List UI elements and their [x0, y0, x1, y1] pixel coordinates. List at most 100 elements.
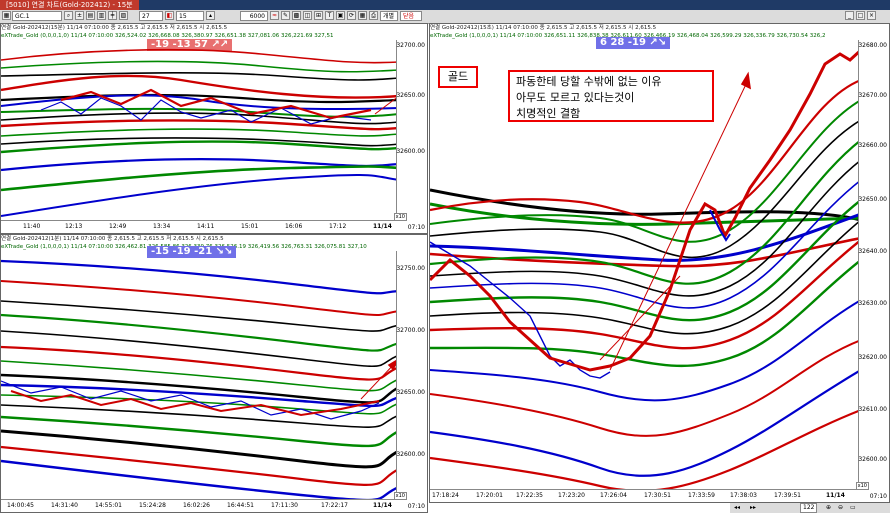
individual-button[interactable]: 개별 — [380, 11, 398, 21]
y-axis: 32750.00 32700.00 32650.00 32600.00 — [396, 251, 427, 500]
x-tick: 16:02:26 — [183, 502, 210, 509]
x-tick: 17:18:24 — [432, 492, 459, 499]
x-tick: 17:30:51 — [644, 492, 671, 499]
interval-select[interactable]: 15 — [176, 11, 204, 21]
period-select[interactable]: 27 — [139, 11, 163, 21]
tick-icon[interactable]: ╪ — [108, 11, 117, 20]
x-tick: 17:12 — [329, 223, 347, 230]
interval-icon[interactable]: ◧ — [165, 11, 174, 20]
compare-icon[interactable]: ⊞ — [314, 11, 323, 20]
scale-label[interactable]: x10 — [393, 492, 407, 500]
minimize-icon[interactable]: _ — [845, 11, 854, 20]
y-tick: 32650.00 — [396, 92, 425, 99]
x-axis-end: 07:10 — [869, 493, 887, 500]
x-tick: 17:20:01 — [476, 492, 503, 499]
x-tick: 15:24:28 — [139, 502, 166, 509]
zoom-input[interactable]: 122 — [800, 503, 818, 513]
price-plot[interactable] — [1, 251, 399, 501]
chart-pane-15sec[interactable]: 연결 Gold-202412(15초) 11/14 07:10:00 종 2,6… — [429, 23, 890, 503]
y-axis: 32680.00 32670.00 32660.00 32650.00 3264… — [858, 40, 889, 490]
search-icon[interactable]: ⌕ — [64, 11, 73, 20]
scroll-right-icon[interactable]: ▸▸ — [750, 503, 756, 513]
x-tick: 14:00:45 — [7, 502, 34, 509]
layout-icon[interactable]: ▦ — [358, 11, 367, 20]
y-tick: 32670.00 — [858, 92, 887, 99]
period-icon[interactable]: ▨ — [119, 11, 128, 20]
grid-icon[interactable]: ▤ — [86, 11, 95, 20]
x-axis: 14:00:45 14:31:40 14:55:01 15:24:28 16:0… — [1, 499, 399, 512]
scale-label[interactable]: x10 — [393, 213, 407, 221]
fit-icon[interactable]: ▭ — [850, 503, 856, 513]
x-tick: 17:22:35 — [516, 492, 543, 499]
note-line: 파동한테 당할 수밖에 없는 이유 — [516, 75, 662, 88]
x-tick: 17:33:59 — [688, 492, 715, 499]
scroll-left-icon[interactable]: ◂◂ — [734, 503, 740, 513]
price-plot[interactable] — [1, 40, 399, 222]
x-tick: 11/14 — [826, 492, 845, 499]
x-tick: 17:11:30 — [271, 502, 298, 509]
pane-header-price: 연결 Gold-202412(15초) 11/14 07:10:00 종 2,6… — [430, 25, 657, 31]
y-tick: 32600.00 — [396, 451, 425, 458]
x-tick: 12:13 — [65, 223, 83, 230]
chart-pane-1min[interactable]: 연결 Gold-202412(1분) 11/14 07:10:00 종 2,61… — [0, 234, 428, 513]
x-tick: 17:38:03 — [730, 492, 757, 499]
calendar-icon[interactable]: ▥ — [97, 11, 106, 20]
x-tick: 17:22:17 — [321, 502, 348, 509]
arrange-icon[interactable]: ▣ — [336, 11, 345, 20]
chart-statusbar: ◂◂ ▸▸ 122 ⊕ ⊖ ▭ — [730, 503, 890, 513]
x-tick: 17:39:51 — [774, 492, 801, 499]
pane-header-price: 연결 Gold-202412(15분) 11/14 07:10:00 종 2,6… — [1, 25, 228, 31]
y-tick: 32600.00 — [396, 148, 425, 155]
x-tick: 17:26:04 — [600, 492, 627, 499]
count-input[interactable]: 6000 — [240, 11, 268, 21]
chart-toolbar: ▦ GC.1 ⌕ ± ▤ ▥ ╪ ▨ 27 ◧ 15 ▴ 6000 ≈ ✎ ▩ … — [0, 10, 890, 24]
chart-settings-icon[interactable]: ▦ — [2, 11, 11, 20]
y-tick: 32750.00 — [396, 265, 425, 272]
maximize-icon[interactable]: □ — [856, 11, 865, 20]
y-tick: 32640.00 — [858, 248, 887, 255]
annotation-note: 파동한테 당할 수밖에 없는 이유 아무도 모르고 있다는것이 치명적인 결함 — [508, 70, 714, 122]
note-line: 치명적인 결함 — [516, 107, 581, 120]
x-tick: 17:23:20 — [558, 492, 585, 499]
chart-type-icon[interactable]: ▩ — [292, 11, 301, 20]
refresh-icon[interactable]: ⟳ — [347, 11, 356, 20]
y-tick: 32650.00 — [396, 389, 425, 396]
draw-icon[interactable]: ✎ — [281, 11, 290, 20]
line-tool-icon[interactable]: ≈ — [270, 11, 279, 20]
y-tick: 32660.00 — [858, 142, 887, 149]
window-close-icon[interactable]: × — [867, 11, 876, 20]
indicator-icon[interactable]: ◫ — [303, 11, 312, 20]
y-tick: 32630.00 — [858, 300, 887, 307]
x-tick: 14:55:01 — [95, 502, 122, 509]
chart-pane-15min[interactable]: 연결 Gold-202412(15분) 11/14 07:10:00 종 2,6… — [0, 23, 428, 234]
print-icon[interactable]: ⎙ — [369, 11, 378, 20]
pane-header-price: 연결 Gold-202412(1분) 11/14 07:10:00 종 2,61… — [1, 236, 224, 242]
window-title: [5010] 연결 차트(Gold-202412) - 15분 — [0, 0, 139, 10]
y-tick: 32700.00 — [396, 327, 425, 334]
x-axis: 17:18:24 17:20:01 17:22:35 17:23:20 17:2… — [430, 489, 861, 502]
x-tick: 12:49 — [109, 223, 127, 230]
zoom-out-icon[interactable]: ⊖ — [838, 503, 843, 513]
y-tick: 32620.00 — [858, 354, 887, 361]
zoom-in-icon[interactable]: ⊕ — [826, 503, 831, 513]
note-line: 아무도 모르고 있다는것이 — [516, 91, 635, 104]
y-tick: 32700.00 — [396, 42, 425, 49]
up-stepper-icon[interactable]: ▴ — [206, 11, 215, 20]
x-tick: 16:06 — [285, 223, 303, 230]
symbol-input[interactable]: GC.1 — [12, 11, 62, 21]
scale-label[interactable]: x10 — [855, 482, 869, 490]
window-titlebar: [5010] 연결 차트(Gold-202412) - 15분 — [0, 0, 890, 10]
x-tick: 11/14 — [373, 223, 392, 230]
x-axis-end: 07:10 — [407, 224, 425, 231]
y-tick: 32600.00 — [858, 456, 887, 463]
y-tick: 32650.00 — [858, 196, 887, 203]
x-tick: 14:11 — [197, 223, 215, 230]
close-button[interactable]: 닫음 — [400, 11, 422, 21]
x-axis-end: 07:10 — [407, 503, 425, 510]
zoom-icon[interactable]: ± — [75, 11, 84, 20]
y-tick: 32680.00 — [858, 42, 887, 49]
text-icon[interactable]: T — [325, 11, 334, 20]
x-tick: 11:40 — [23, 223, 41, 230]
y-axis: 32700.00 32650.00 32600.00 — [396, 40, 427, 221]
gold-label: 골드 — [438, 66, 478, 88]
